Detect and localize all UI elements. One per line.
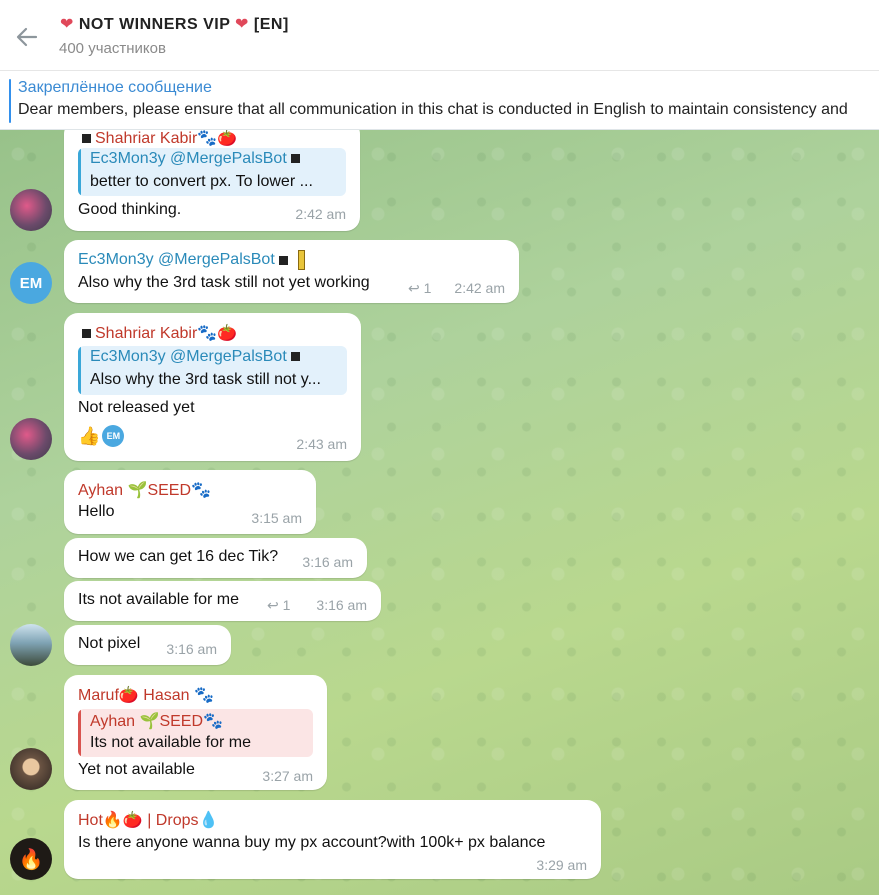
avatar[interactable] [10,418,52,460]
avatar[interactable] [10,748,52,790]
reply-quote[interactable]: Ayhan 🌱SEED🐾 Its not available for me [78,709,313,757]
heart-icon: ❤ [60,14,74,33]
avatar[interactable] [10,624,52,666]
message-time: 3:29 am [536,857,587,873]
flag-icon [290,154,300,164]
message-text: Its not available for me [78,591,239,608]
avatar[interactable] [10,189,52,231]
reply-icon: ↩ [408,281,420,297]
message-bubble[interactable]: Shahriar Kabir🐾🍅 Ec3Mon3y @MergePalsBot … [64,130,360,231]
message-text: Good thinking. [78,201,182,218]
back-arrow-icon[interactable] [14,24,40,50]
flag-icon [82,134,91,144]
quote-text: Also why the 3rd task still not y... [90,371,321,388]
reply-quote[interactable]: Ec3Mon3y @MergePalsBot better to convert… [78,148,346,196]
fire-icon: 🔥 [102,810,123,829]
paw-icon: 🐾 [203,711,223,730]
quote-author: Ec3Mon3y @MergePalsBot [90,348,304,366]
quote-author: Ec3Mon3y @MergePalsBot [90,150,304,168]
bar-icon [297,250,305,270]
paw-icon: 🐾 [193,685,214,704]
message-sender[interactable]: Ec3Mon3y @MergePalsBot [78,250,305,270]
message-time: 3:27 am [262,768,313,784]
message-sender[interactable]: Shahriar Kabir🐾🍅 [78,130,237,148]
reaction-avatar: EM [102,425,125,447]
quote-text: Its not available for me [90,734,251,751]
message-sender[interactable]: Ayhan 🌱SEED🐾 [78,480,211,500]
pinned-title: Закреплённое сообщение [18,79,212,96]
quote-author: Ayhan 🌱SEED🐾 [90,711,223,730]
message-bubble[interactable]: Maruf🍅 Hasan 🐾 Ayhan 🌱SEED🐾 Its not avai… [64,675,327,790]
message-bubble[interactable]: Its not available for me ↩ 1 3:16 am [64,581,381,621]
avatar[interactable]: 🔥 [10,838,52,880]
fire-icon: 🔥 [18,847,44,871]
message-bubble[interactable]: Shahriar Kabir🐾🍅 Ec3Mon3y @MergePalsBot … [64,313,361,461]
message-text: Hello [78,503,115,520]
sprout-icon: 🌱 [127,480,148,499]
message-time: 2:42 am [295,206,346,222]
thumbs-up-icon: 👍 [78,425,101,447]
reply-icon: ↩ [267,598,279,614]
message-sender[interactable]: Maruf🍅 Hasan 🐾 [78,685,214,705]
flag-icon [82,329,91,339]
tomato-icon: 🍅 [217,323,238,342]
tomato-icon: 🍅 [217,130,238,147]
message-sender[interactable]: Hot🔥🍅 | Drops💧 [78,810,218,830]
paw-icon: 🐾 [197,130,218,147]
message-time: 3:16 am [316,597,367,613]
avatar-initials: EM [19,274,43,292]
paw-icon: 🐾 [197,323,218,342]
message-time: 3:15 am [251,510,302,526]
quote-text: better to convert px. To lower ... [90,173,313,190]
pinned-indicator [9,79,11,123]
message-text: Yet not available [78,761,195,778]
message-time: 3:16 am [302,554,353,570]
message-sender[interactable]: Shahriar Kabir🐾🍅 [78,323,237,343]
flag-icon [290,352,300,362]
flag-icon [278,255,288,265]
replies-indicator[interactable]: ↩ 1 [408,280,431,297]
chat-title-suffix: [EN] [253,16,289,33]
message-text: How we can get 16 dec Tik? [78,548,279,565]
message-bubble[interactable]: How we can get 16 dec Tik? 3:16 am [64,538,367,578]
droplet-icon: 💧 [198,810,219,829]
message-text: Is there anyone wanna buy my px account?… [78,834,546,851]
chat-title[interactable]: ❤ NOT WINNERS VIP ❤ [EN] [60,14,289,34]
reply-quote[interactable]: Ec3Mon3y @MergePalsBot Also why the 3rd … [78,346,347,395]
sprout-icon: 🌱 [139,711,160,730]
message-text: Not pixel [78,635,141,652]
chat-header: ❤ NOT WINNERS VIP ❤ [EN] 400 участников [0,0,879,71]
message-time: 2:43 am [296,436,347,452]
paw-icon: 🐾 [191,480,211,499]
message-text: Not released yet [78,399,195,416]
tomato-icon: 🍅 [118,685,139,704]
message-text: Also why the 3rd task still not yet work… [78,274,370,291]
message-bubble[interactable]: Ec3Mon3y @MergePalsBot Also why the 3rd … [64,240,519,303]
heart-icon: ❤ [235,14,249,33]
replies-indicator[interactable]: ↩ 1 [267,597,290,614]
message-bubble[interactable]: Hot🔥🍅 | Drops💧 Is there anyone wanna buy… [64,800,601,879]
avatar[interactable]: EM [10,262,52,304]
message-time: 3:16 am [166,641,217,657]
member-count: 400 участников [59,40,166,57]
chat-title-text: NOT WINNERS VIP [78,16,231,33]
message-bubble[interactable]: Not pixel 3:16 am [64,625,231,665]
pinned-text: Dear members, please ensure that all com… [18,101,848,118]
message-time: 2:42 am [454,280,505,296]
pinned-message[interactable]: Закреплённое сообщение Dear members, ple… [0,71,879,130]
message-bubble[interactable]: Ayhan 🌱SEED🐾 Hello 3:15 am [64,470,316,534]
tomato-icon: 🍅 [122,810,143,829]
chat-area[interactable]: Shahriar Kabir🐾🍅 Ec3Mon3y @MergePalsBot … [0,130,879,895]
reaction[interactable]: 👍 EM [78,425,125,447]
